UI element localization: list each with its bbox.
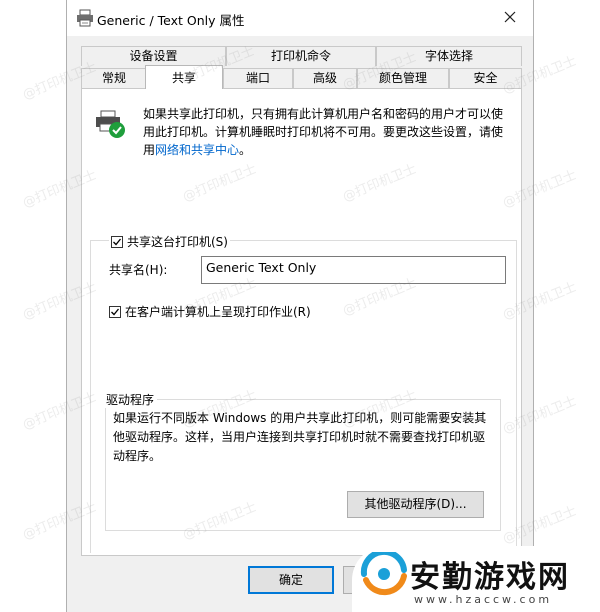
drivers-group-title: 驱动程序 [103,391,158,408]
tab-device-settings[interactable]: 设备设置 [81,46,226,66]
sharing-description: 如果共享此打印机，只有拥有此计算机用户名和密码的用户才可以使用此打印机。计算机睡… [143,105,509,159]
sharing-panel: 如果共享此打印机，只有拥有此计算机用户名和密码的用户才可以使用此打印机。计算机睡… [81,88,522,556]
network-sharing-center-link[interactable]: 网络和共享中心 [155,143,239,157]
ok-button[interactable]: 确定 [248,566,334,594]
tab-font-selection[interactable]: 字体选择 [376,46,522,66]
additional-drivers-button[interactable]: 其他驱动程序(D)... [347,491,484,518]
tab-color-management[interactable]: 颜色管理 [357,68,449,88]
share-printer-check-icon [111,235,123,248]
printer-properties-dialog: Generic / Text Only 属性 设备设置 打印机命令 字体选择 常… [66,0,534,612]
tab-row-front: 常规 共享 端口 高级 颜色管理 安全 [81,65,522,89]
tab-sharing[interactable]: 共享 [145,65,223,89]
window-title: Generic / Text Only 属性 [97,13,245,28]
shared-printer-icon [95,109,127,139]
tab-security[interactable]: 安全 [449,68,522,88]
render-jobs-checkbox[interactable]: 在客户端计算机上呈现打印作业(R) [109,303,311,320]
close-button[interactable] [487,0,533,36]
title-bar: Generic / Text Only 属性 [67,0,533,36]
brand-name: 安勤游戏网 [410,560,570,595]
tab-row-back: 设备设置 打印机命令 字体选择 [81,46,522,66]
tab-printer-commands[interactable]: 打印机命令 [226,46,376,66]
brand-logo-icon [360,548,408,599]
drivers-description: 如果运行不同版本 Windows 的用户共享此打印机，则可能需要安装其他驱动程序… [113,411,487,463]
brand-url: www.hzaccw.com [414,593,553,606]
printer-icon [76,9,94,27]
render-jobs-label: 在客户端计算机上呈现打印作业(R) [125,305,311,319]
tab-advanced[interactable]: 高级 [293,68,357,88]
tab-general[interactable]: 常规 [81,68,147,88]
site-brand-badge: 安勤游戏网 www.hzaccw.com [352,546,600,612]
share-printer-checkbox[interactable]: 共享这台打印机(S) [109,233,230,250]
share-name-label: 共享名(H): [109,263,168,277]
close-icon [504,11,516,26]
tab-ports[interactable]: 端口 [223,68,293,88]
sharing-description-suffix: 。 [239,143,252,157]
share-name-input[interactable]: Generic Text Only [201,256,506,284]
render-jobs-check-icon [109,305,121,318]
share-printer-label: 共享这台打印机(S) [127,235,228,249]
